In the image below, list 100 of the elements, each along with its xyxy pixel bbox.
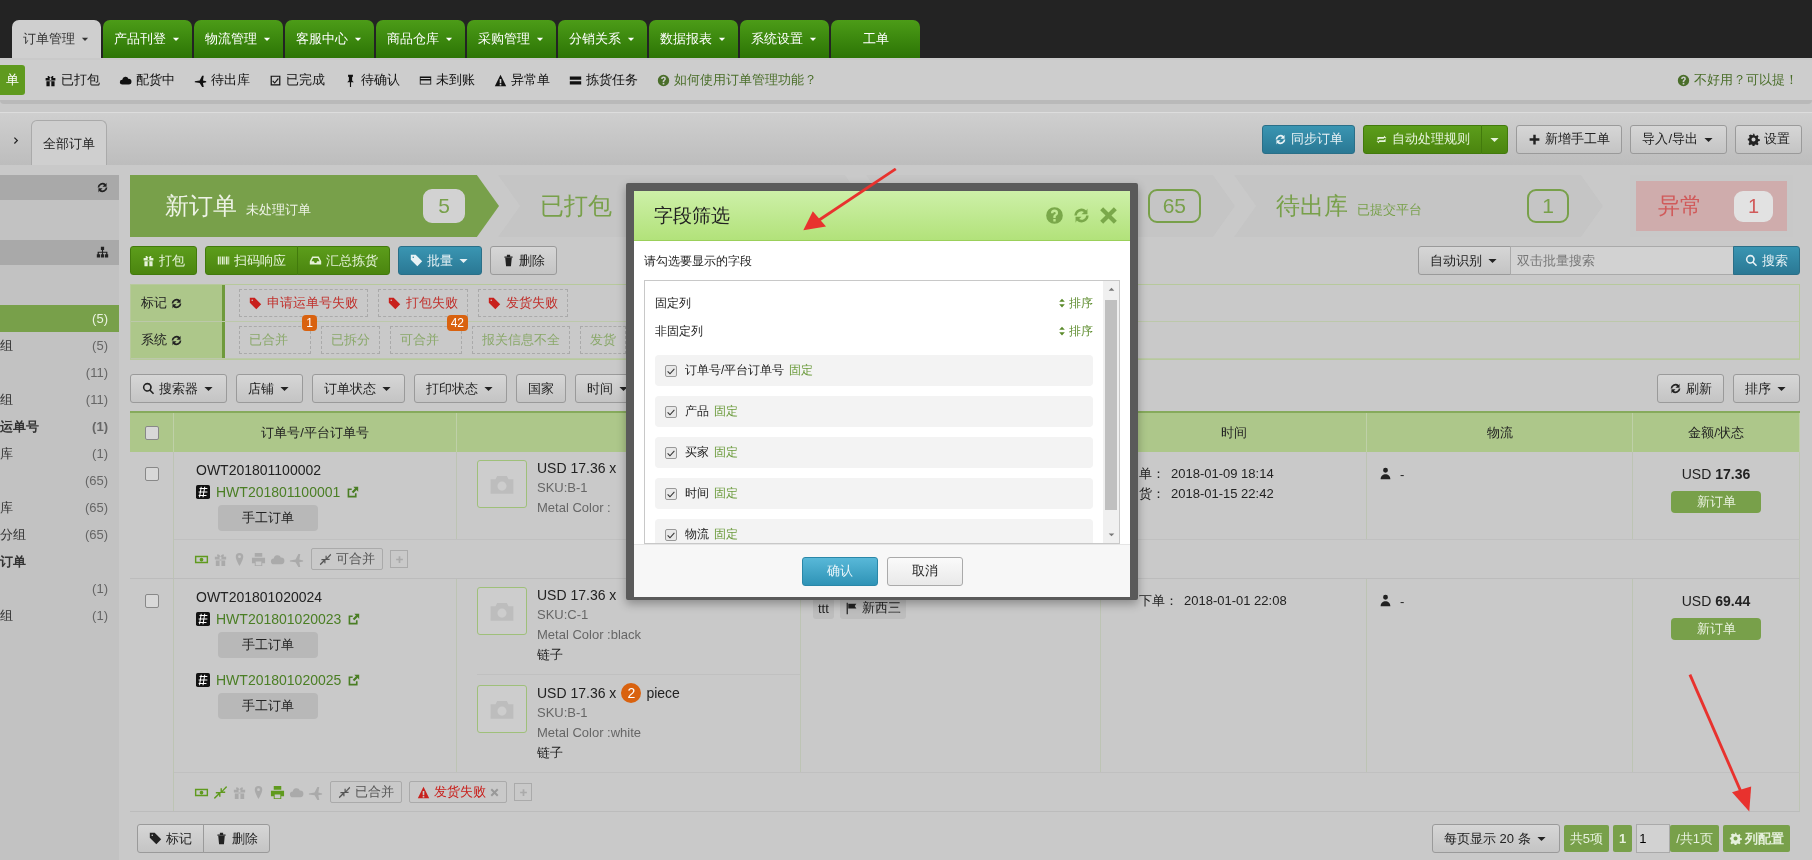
checkbox[interactable] xyxy=(665,364,677,377)
checkbox[interactable] xyxy=(665,487,677,500)
action-button[interactable]: 扫码响应 xyxy=(205,246,298,275)
sort-dropdown[interactable]: 排序 xyxy=(1733,374,1800,403)
nav-tab[interactable]: 分销关系 xyxy=(558,20,647,58)
filter-dropdown[interactable]: 店铺 xyxy=(236,374,303,403)
add-tag-button[interactable] xyxy=(390,550,408,568)
refresh-button[interactable]: 刷新 xyxy=(1657,374,1724,403)
toolbar-button[interactable]: 新增手工单 xyxy=(1516,124,1623,154)
bulk-action-button[interactable]: 删除 xyxy=(203,824,270,853)
warning-icon xyxy=(494,73,507,87)
toolbar-button[interactable]: 导入/导出 xyxy=(1630,124,1727,154)
status-link[interactable]: 待确认 xyxy=(344,71,400,89)
field-option[interactable]: 产品 固定 xyxy=(655,396,1093,427)
status-link[interactable]: 异常单 xyxy=(494,71,550,89)
field-option[interactable]: 物流 固定 xyxy=(655,519,1093,543)
page-button[interactable]: 1 xyxy=(1612,825,1633,852)
checkbox[interactable] xyxy=(665,528,677,541)
sort-link[interactable]: 排序 xyxy=(1057,322,1093,340)
help-link[interactable]: 如何使用订单管理功能？ xyxy=(657,71,817,89)
page-size-dropdown[interactable]: 每页显示 20 条 xyxy=(1432,824,1560,853)
field-option[interactable]: 订单号/平台订单号 固定 xyxy=(655,355,1093,386)
status-link[interactable]: 已打包 xyxy=(44,71,100,89)
sidebar-item[interactable]: 组 (11) xyxy=(0,386,119,413)
item-count: (11) xyxy=(85,392,108,407)
search-button[interactable]: 搜索 xyxy=(1733,246,1800,275)
platform-order-link[interactable]: HWT201801020023 xyxy=(216,611,342,627)
status-step[interactable]: 新订单 未处理订单 5 xyxy=(130,175,499,237)
add-tag-button[interactable] xyxy=(514,783,532,801)
help-button[interactable] xyxy=(1045,206,1064,225)
field-option[interactable]: 时间 固定 xyxy=(655,478,1093,509)
status-link[interactable]: 配货中 xyxy=(119,71,175,89)
filter-dropdown[interactable]: 打印状态 xyxy=(414,374,507,403)
platform-order-link[interactable]: HWT201801020025 xyxy=(216,672,342,688)
logistics-value: - xyxy=(1400,594,1405,609)
field-option[interactable]: 买家 固定 xyxy=(655,437,1093,468)
feedback-link[interactable]: 不好用？可以提！ xyxy=(1677,71,1798,89)
search-mode-dropdown[interactable]: 自动识别 xyxy=(1418,246,1511,275)
checkbox[interactable] xyxy=(665,405,677,418)
toolbar-button[interactable]: 同步订单 xyxy=(1262,124,1356,154)
step-subtitle: 未处理订单 xyxy=(246,201,311,219)
sidebar-item[interactable]: 库 (65) xyxy=(0,494,119,521)
sidebar-item[interactable]: 分组 (65) xyxy=(0,521,119,548)
nav-tab[interactable]: 系统设置 xyxy=(740,20,829,58)
page-tab[interactable]: 全部订单 xyxy=(31,120,107,165)
order-tag[interactable]: 可合并 xyxy=(311,548,383,570)
nav-tab[interactable]: 物流管理 xyxy=(194,20,283,58)
action-button[interactable]: 批量 xyxy=(398,246,482,275)
scrollbar[interactable] xyxy=(1103,281,1119,543)
nav-tab[interactable]: 数据报表 xyxy=(649,20,738,58)
sort-link[interactable]: 排序 xyxy=(1057,294,1093,312)
nav-tab[interactable]: 采购管理 xyxy=(467,20,556,58)
action-button[interactable]: 删除 xyxy=(490,246,557,275)
compress-icon xyxy=(213,784,228,800)
auto-rules-button[interactable]: 自动处理规则 xyxy=(1363,124,1483,154)
sidebar-item[interactable]: 运单号 (1) xyxy=(0,413,119,440)
status-link[interactable]: 单 xyxy=(0,65,25,95)
sidebar-item[interactable]: (1) xyxy=(0,575,119,602)
sidebar-item[interactable]: (5) xyxy=(0,305,119,332)
sidebar-item[interactable]: 订单 xyxy=(0,548,119,575)
tag-icon xyxy=(149,832,162,845)
order-tag[interactable]: 已合并 xyxy=(330,781,402,803)
search-field[interactable]: 双击批量搜索 xyxy=(1510,246,1734,275)
filter-dropdown[interactable]: 搜索器 xyxy=(130,374,227,403)
checkbox[interactable] xyxy=(665,446,677,459)
nav-tab[interactable]: 客服中心 xyxy=(285,20,374,58)
nav-tab[interactable]: 商品仓库 xyxy=(376,20,465,58)
action-button[interactable]: 打包 xyxy=(130,246,197,275)
status-link[interactable]: 待出库 xyxy=(194,71,250,89)
confirm-button[interactable]: 确认 xyxy=(801,556,878,586)
order-tag[interactable]: 发货失败 xyxy=(409,781,507,803)
checkbox[interactable] xyxy=(144,425,159,440)
sidebar-item[interactable]: 库 (1) xyxy=(0,440,119,467)
nav-tab[interactable]: 订单管理 xyxy=(12,20,101,58)
dropdown-toggle[interactable] xyxy=(1481,124,1509,154)
sidebar-item[interactable]: 组 (5) xyxy=(0,332,119,359)
status-link[interactable]: 拣货任务 xyxy=(569,71,638,89)
sidebar-item[interactable]: 组 (1) xyxy=(0,602,119,629)
page-input[interactable]: 1 xyxy=(1636,824,1671,853)
sidebar-item[interactable]: (65) xyxy=(0,467,119,494)
filter-dropdown[interactable]: 国家 xyxy=(516,374,566,403)
action-button[interactable]: 汇总拣货 xyxy=(297,246,390,275)
sidebar-item[interactable]: (11) xyxy=(0,359,119,386)
platform-order-link[interactable]: HWT201801100001 xyxy=(216,484,341,500)
close-button[interactable] xyxy=(1099,206,1118,225)
bulk-action-button[interactable]: 标记 xyxy=(137,824,204,853)
sidebar-header[interactable] xyxy=(0,175,119,200)
status-link[interactable]: 未到账 xyxy=(419,71,475,89)
sidebar-header[interactable] xyxy=(0,240,119,265)
filter-tag[interactable]: 发货失败 xyxy=(478,289,568,317)
toolbar-button[interactable]: 设置 xyxy=(1735,124,1802,154)
filter-dropdown[interactable]: 订单状态 xyxy=(312,374,405,403)
nav-tab[interactable]: 产品刊登 xyxy=(103,20,192,58)
status-link[interactable]: 已完成 xyxy=(269,71,325,89)
checkbox[interactable] xyxy=(144,594,159,608)
cancel-button[interactable]: 取消 xyxy=(886,556,963,586)
checkbox[interactable] xyxy=(144,467,159,481)
column-config-button[interactable]: 列配置 xyxy=(1723,825,1790,852)
reset-button[interactable] xyxy=(1072,206,1091,225)
nav-tab[interactable]: 工单 xyxy=(831,20,920,58)
